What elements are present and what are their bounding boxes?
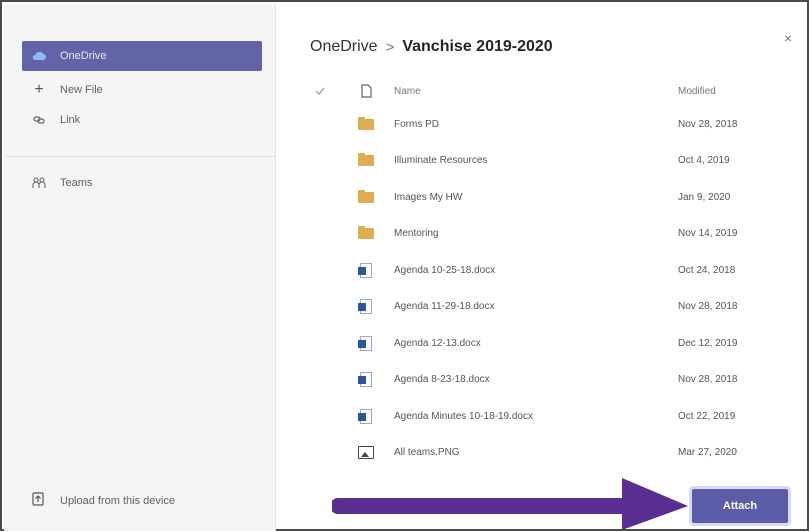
table-row[interactable]: All teams.PNG Mar 27, 2020 xyxy=(302,435,792,471)
file-name[interactable]: Mentoring xyxy=(394,228,678,239)
select-all-check-icon[interactable] xyxy=(302,87,338,95)
file-type-cell xyxy=(338,299,394,314)
sidebar-item-onedrive[interactable]: OneDrive xyxy=(22,41,262,71)
breadcrumb: OneDrive > Vanchise 2019-2020 xyxy=(310,38,553,56)
word-doc-icon xyxy=(358,408,372,424)
breadcrumb-current: Vanchise 2019-2020 xyxy=(402,38,553,55)
file-modified-date: Dec 12, 2019 xyxy=(678,337,738,349)
upload-label: Upload from this device xyxy=(60,494,175,507)
sidebar-item-label: Teams xyxy=(60,177,93,189)
upload-icon xyxy=(32,492,44,509)
table-row[interactable]: Agenda 8-23-18.docx Nov 28, 2018 xyxy=(302,362,792,398)
image-file-icon xyxy=(358,446,374,459)
file-modified-date: Nov 28, 2018 xyxy=(678,301,738,312)
table-row[interactable]: Agenda Minutes 10-18-19.docx Oct 22, 2019 xyxy=(302,398,792,434)
table-row[interactable]: Agenda 10-25-18.docx Oct 24, 2018 xyxy=(302,252,792,288)
file-type-cell xyxy=(338,226,394,239)
file-type-cell xyxy=(338,335,394,351)
table-row[interactable]: Images My HW Jan 9, 2020 xyxy=(302,179,792,215)
sidebar-item-link[interactable]: Link xyxy=(22,105,262,135)
name-column-header[interactable]: Name xyxy=(394,86,678,97)
file-name[interactable]: Images My HW xyxy=(394,192,678,203)
file-name[interactable]: All teams.PNG xyxy=(394,447,678,458)
word-doc-icon xyxy=(358,372,372,387)
table-row[interactable]: Agenda 11-29-18.docx Nov 28, 2018 xyxy=(302,289,792,325)
link-icon xyxy=(28,114,50,126)
word-doc-icon xyxy=(358,335,372,351)
file-modified-date: Nov 28, 2018 xyxy=(678,374,738,385)
folder-icon xyxy=(358,226,374,239)
file-type-cell xyxy=(338,446,394,459)
file-name[interactable]: Illuminate Resources xyxy=(394,155,678,166)
file-modified-date: Jan 9, 2020 xyxy=(678,191,731,203)
sidebar-item-label: New File xyxy=(60,84,103,96)
file-modified-date: Oct 24, 2018 xyxy=(678,264,736,276)
table-row[interactable]: Forms PD Nov 28, 2018 xyxy=(302,106,792,142)
file-picker-dialog: OneDrive + New File Link Teams Upload fr… xyxy=(0,0,809,531)
file-type-cell xyxy=(338,116,394,130)
file-type-cell xyxy=(338,153,394,166)
table-row[interactable]: Illuminate Resources Oct 4, 2019 xyxy=(302,143,792,179)
sidebar-item-label: OneDrive xyxy=(60,50,107,62)
file-type-cell xyxy=(338,408,394,424)
file-name[interactable]: Agenda 11-29-18.docx xyxy=(394,301,678,312)
sidebar-item-new-file[interactable]: + New File xyxy=(22,75,262,105)
teams-icon xyxy=(28,177,50,189)
file-name[interactable]: Forms PD xyxy=(394,119,678,130)
file-name[interactable]: Agenda Minutes 10-18-19.docx xyxy=(394,411,678,422)
breadcrumb-root[interactable]: OneDrive xyxy=(310,38,378,56)
modified-column-header[interactable]: Modified xyxy=(678,86,792,97)
plus-icon: + xyxy=(34,81,44,98)
file-type-cell xyxy=(338,262,394,278)
table-header: Name Modified xyxy=(302,76,792,106)
breadcrumb-separator: > xyxy=(385,38,395,56)
sidebar-item-teams[interactable]: Teams xyxy=(22,168,262,198)
arrow-annotation-icon xyxy=(332,478,688,530)
sidebar-item-label: Link xyxy=(60,114,81,126)
folder-icon xyxy=(358,189,374,203)
word-doc-icon xyxy=(358,299,372,314)
cloud-icon xyxy=(28,51,50,61)
file-name[interactable]: Agenda 8-23-18.docx xyxy=(394,374,678,385)
attach-button[interactable]: Attach xyxy=(692,489,788,523)
file-type-cell xyxy=(338,372,394,387)
table-row[interactable]: Mentoring Nov 14, 2019 xyxy=(302,216,792,252)
file-modified-date: Mar 27, 2020 xyxy=(678,447,737,458)
file-name[interactable]: Agenda 10-25-18.docx xyxy=(394,265,678,276)
file-modified-date: Oct 22, 2019 xyxy=(678,410,736,422)
sidebar: OneDrive + New File Link Teams Upload fr… xyxy=(4,4,276,531)
file-name[interactable]: Agenda 12-13.docx xyxy=(394,338,678,349)
upload-from-device-button[interactable]: Upload from this device xyxy=(32,492,175,509)
file-type-header-icon xyxy=(338,84,394,98)
file-modified-date: Nov 14, 2019 xyxy=(678,228,738,239)
file-modified-date: Oct 4, 2019 xyxy=(678,155,730,166)
file-type-cell xyxy=(338,189,394,203)
folder-icon xyxy=(358,153,374,166)
file-modified-date: Nov 28, 2018 xyxy=(678,118,738,130)
word-doc-icon xyxy=(358,262,372,278)
folder-icon xyxy=(358,116,374,130)
close-button[interactable]: × xyxy=(784,30,792,46)
sidebar-divider xyxy=(6,156,276,157)
table-row[interactable]: Agenda 12-13.docx Dec 12, 2019 xyxy=(302,325,792,361)
